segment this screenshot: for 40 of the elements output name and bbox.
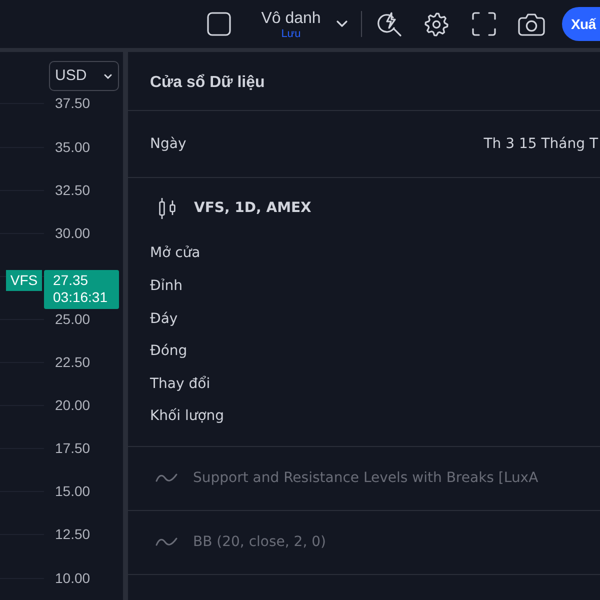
last-price-value: 27.35 [53, 272, 90, 290]
lightning-magnifier-icon[interactable] [377, 12, 402, 36]
wave-line-icon [155, 472, 178, 484]
indicator-name: BB (20, close, 2, 0) [193, 532, 326, 552]
layout-name-button[interactable]: Vô danh [261, 8, 321, 28]
gear-icon[interactable] [424, 12, 449, 36]
price-axis-label: 17.50 [55, 440, 90, 458]
price-axis-label: 15.00 [55, 483, 90, 500]
layout-square-icon[interactable] [207, 12, 231, 36]
field-label: Mở cửa [150, 244, 200, 264]
field-label: Đáy [150, 310, 178, 329]
price-axis-label: 37.50 [55, 95, 90, 112]
price-axis-label: 20.00 [55, 397, 90, 414]
symbol-tag: VFS [6, 270, 42, 291]
price-axis-label: 30.00 [55, 224, 90, 242]
candlestick-icon [158, 196, 177, 220]
price-axis-label: 32.50 [55, 182, 90, 199]
field-label: Khối lượng [150, 407, 224, 426]
chevron-down-icon [104, 74, 112, 78]
wave-line-icon [155, 536, 178, 548]
bar-countdown: 03:16:31 [53, 289, 108, 306]
indicator-name: Support and Resistance Levels with Breaks [LuxA [193, 468, 538, 488]
camera-icon[interactable] [518, 12, 545, 36]
price-axis-label: 12.50 [55, 526, 90, 544]
price-axis-label: 10.00 [55, 570, 90, 587]
panel-title: Cửa sổ Dữ liệu [150, 73, 265, 93]
price-axis-label: 25.00 [55, 310, 90, 328]
field-label: Thay đổi [150, 374, 210, 394]
field-label: Đóng [150, 342, 188, 362]
price-axis-label: 22.50 [55, 354, 90, 372]
series-title: VFS, 1D, AMEX [194, 198, 312, 218]
publish-button[interactable]: Xuấ [562, 7, 600, 41]
field-label: Đỉnh [150, 277, 182, 296]
field-label: Ngày [150, 134, 186, 154]
chevron-down-icon[interactable] [336, 20, 348, 28]
date-value: Th 3 15 Tháng T [484, 134, 598, 154]
save-status-label: Lưu [281, 28, 301, 40]
currency-dropdown[interactable]: USD [49, 61, 119, 91]
price-axis-label: 35.00 [55, 138, 90, 156]
fullscreen-icon[interactable] [472, 12, 496, 36]
